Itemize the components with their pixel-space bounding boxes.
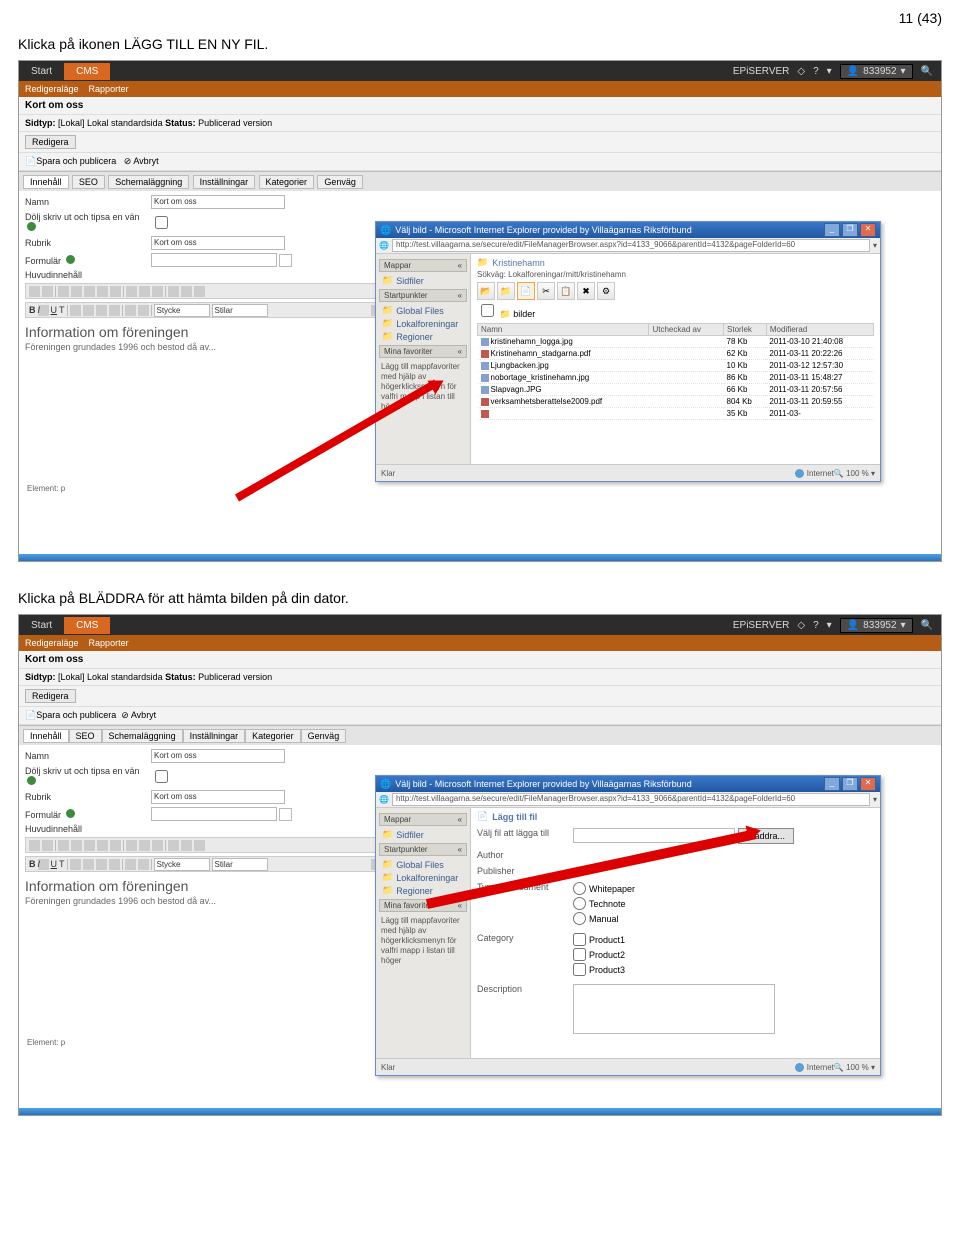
author-label: Author <box>477 850 573 860</box>
opt-technote[interactable] <box>573 897 586 910</box>
description-textarea[interactable] <box>573 984 775 1034</box>
toggle-icon[interactable]: ◇ <box>797 66 805 77</box>
tab-schedule[interactable]: Schemaläggning <box>108 175 189 189</box>
copy-icon[interactable]: 📋 <box>557 282 575 300</box>
element-path: Element: p <box>27 484 65 493</box>
file-table: NamnUtcheckad avStorlekModifierad kristi… <box>477 323 874 420</box>
add-file-title: Lägg till fil <box>492 812 537 822</box>
new-folder-icon[interactable]: 📁 <box>497 282 515 300</box>
dialog-main: 📁 Kristinehamn Sökväg: Lokalforeningar/m… <box>471 254 880 464</box>
tab-cms[interactable]: CMS <box>64 63 110 80</box>
taskbar <box>19 554 941 561</box>
minimize-button[interactable]: _ <box>824 223 840 237</box>
app-topbar: Start CMS EPiSERVER ◇ ?▾ 👤833952▾ 🔍 <box>19 61 941 81</box>
breadcrumb[interactable]: 📁 Kristinehamn <box>477 257 874 268</box>
folder-icon[interactable]: 📂 <box>477 282 495 300</box>
typedoc-label: Type of document <box>477 882 573 892</box>
side-sidfiler[interactable]: 📁Sidfiler <box>376 274 470 287</box>
category-label: Category <box>477 933 573 943</box>
subnav-edit[interactable]: Redigeraläge <box>25 84 79 94</box>
rubrik-input[interactable]: Kort om oss <box>151 236 285 250</box>
sub-navbar: Redigeraläge Rapporter <box>19 81 941 97</box>
file-browser-dialog: 🌐Välj bild - Microsoft Internet Explorer… <box>375 221 881 482</box>
toolbar-icons: 📂 📁 📄 ✂ 📋 ✖ ⚙ <box>477 282 874 298</box>
file-input[interactable] <box>573 828 735 843</box>
rte-heading: Information om föreningen <box>25 324 415 340</box>
side-regioner[interactable]: 📁Regioner <box>376 330 470 343</box>
opt-whitepaper[interactable] <box>573 882 586 895</box>
style-select[interactable]: Stycke <box>154 304 210 317</box>
rubrik-label: Rubrik <box>25 238 151 248</box>
main-content-label: Huvudinnehåll <box>25 270 151 280</box>
tab-shortcut[interactable]: Genväg <box>317 175 363 189</box>
sidebar-note: Lägg till mappfavoriter med hjälp av hög… <box>376 360 470 414</box>
instruction-1: Klicka på ikonen LÄGG TILL EN NY FIL. <box>18 36 942 52</box>
dialog-statusbar: Klar Internet 🔍 100 % ▾ <box>376 464 880 481</box>
cat-product1[interactable] <box>573 933 586 946</box>
tab-seo[interactable]: SEO <box>72 175 105 189</box>
address-bar: 🌐http://test.villaagarna.se/secure/edit/… <box>376 238 880 254</box>
url-field[interactable]: http://test.villaagarna.se/secure/edit/F… <box>392 239 870 252</box>
side-global[interactable]: 📁Global Files <box>376 304 470 317</box>
dialog-titlebar: 🌐Välj bild - Microsoft Internet Explorer… <box>376 222 880 238</box>
name-label: Namn <box>25 197 151 207</box>
side-lokal[interactable]: 📁Lokalforeningar <box>376 317 470 330</box>
cat-product2[interactable] <box>573 948 586 961</box>
save-publish-button[interactable]: 📄Spara och publicera <box>25 156 116 166</box>
instruction-2: Klicka på BLÄDDRA för att hämta bilden p… <box>18 590 942 606</box>
props-icon[interactable]: ⚙ <box>597 282 615 300</box>
screenshot-1: Start CMS EPiSERVER ◇ ?▾ 👤833952▾ 🔍 Redi… <box>18 60 942 562</box>
dialog-sidebar: Mappar« 📁Sidfiler Startpunkter« 📁Global … <box>376 254 471 464</box>
tab-settings[interactable]: Inställningar <box>193 175 256 189</box>
tab-categories[interactable]: Kategorier <box>259 175 315 189</box>
help-icon[interactable] <box>66 255 75 264</box>
help-icon[interactable] <box>27 222 36 231</box>
styles-select[interactable]: Stilar <box>212 304 268 317</box>
rte-body-text: Föreningen grundades 1996 och bestod då … <box>25 342 415 352</box>
page-number: 11 (43) <box>18 10 942 26</box>
cat-product3[interactable] <box>573 963 586 976</box>
path-label: Sökväg: Lokalforeningar/mitt/kristineham… <box>477 270 874 279</box>
browse-button[interactable]: Bläddra... <box>738 828 795 844</box>
cancel-button[interactable]: ⊘ Avbryt <box>124 156 159 166</box>
add-file-dialog: 🌐Välj bild - Microsoft Internet Explorer… <box>375 775 881 1076</box>
edit-button[interactable]: Redigera <box>25 135 76 149</box>
name-input[interactable]: Kort om oss <box>151 195 285 209</box>
close-button[interactable]: ✕ <box>860 223 876 237</box>
page-meta: Sidtyp: [Lokal] Lokal standardsida Statu… <box>19 115 941 132</box>
form-input[interactable] <box>151 253 277 267</box>
brand: EPiSERVER <box>733 66 790 77</box>
file-label: Välj fil att lägga till <box>477 828 573 838</box>
page-title: Kort om oss <box>25 100 83 111</box>
content-tabs: Innehåll SEO Schemaläggning Inställninga… <box>19 172 941 191</box>
cut-icon[interactable]: ✂ <box>537 282 555 300</box>
rte-toolbar-1 <box>25 283 415 299</box>
hide-label: Dölj skriv ut och tipsa en vän <box>25 212 151 233</box>
search-icon[interactable]: 🔍 <box>921 66 933 77</box>
desc-label: Description <box>477 984 573 994</box>
maximize-button[interactable]: ❐ <box>842 223 858 237</box>
hide-checkbox[interactable] <box>155 216 168 229</box>
internet-icon <box>795 469 804 478</box>
subnav-reports[interactable]: Rapporter <box>89 84 129 94</box>
screenshot-2: StartCMS EPiSERVER◇?▾ 👤833952▾🔍 Redigera… <box>18 614 942 1116</box>
opt-manual[interactable] <box>573 912 586 925</box>
tab-start[interactable]: Start <box>19 63 64 80</box>
help-icon[interactable]: ? <box>813 66 819 77</box>
select-all-checkbox[interactable] <box>481 304 494 317</box>
rte-toolbar-2: BIUT Stycke Stilar <box>25 302 415 318</box>
delete-icon[interactable]: ✖ <box>577 282 595 300</box>
form-label: Formulär <box>25 255 151 266</box>
add-file-icon[interactable]: 📄 <box>517 282 535 300</box>
tab-content[interactable]: Innehåll <box>23 175 69 189</box>
publisher-label: Publisher <box>477 866 573 876</box>
user-menu[interactable]: 👤833952▾ <box>840 64 913 79</box>
